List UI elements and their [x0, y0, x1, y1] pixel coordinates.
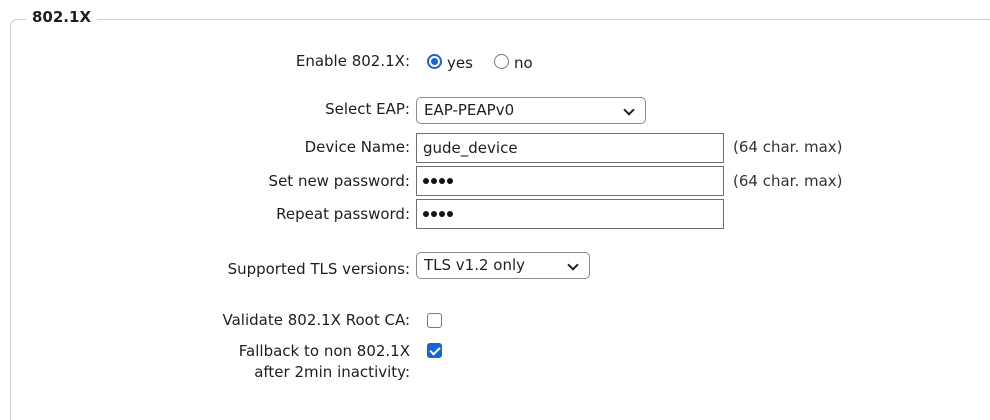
eap-select-value: EAP-PEAPv0 — [424, 101, 515, 119]
enable-yes-radio[interactable] — [427, 54, 442, 69]
tls-versions-label: Supported TLS versions: — [227, 260, 410, 278]
password-mask — [423, 211, 453, 217]
device-name-input[interactable]: gude_device — [416, 133, 724, 163]
eap-select[interactable]: EAP-PEAPv0 — [416, 97, 646, 124]
chevron-down-icon — [567, 259, 579, 271]
fallback-label-line2: after 2min inactivity: — [254, 363, 410, 381]
repeat-password-input[interactable] — [416, 199, 724, 229]
section-title: 802.1X — [26, 8, 98, 26]
fallback-label-line1: Fallback to non 802.1X — [238, 342, 410, 360]
new-password-label: Set new password: — [268, 172, 410, 190]
tls-select[interactable]: TLS v1.2 only — [416, 252, 590, 279]
device-name-label: Device Name: — [304, 138, 410, 156]
new-password-input[interactable] — [416, 166, 724, 196]
enable-no-radio[interactable] — [494, 54, 509, 69]
new-password-hint: (64 char. max) — [733, 172, 843, 190]
validate-root-ca-checkbox[interactable] — [427, 313, 442, 328]
validate-root-ca-label: Validate 802.1X Root CA: — [222, 311, 410, 329]
password-mask — [423, 178, 453, 184]
enable-8021x-label: Enable 802.1X: — [295, 52, 410, 70]
chevron-down-icon — [623, 104, 635, 116]
enable-no-label: no — [514, 54, 533, 72]
tls-select-value: TLS v1.2 only — [424, 256, 526, 274]
device-name-hint: (64 char. max) — [733, 138, 843, 156]
repeat-password-label: Repeat password: — [276, 205, 410, 223]
fallback-checkbox[interactable] — [427, 343, 442, 358]
enable-yes-label: yes — [447, 54, 473, 72]
select-eap-label: Select EAP: — [325, 100, 410, 118]
